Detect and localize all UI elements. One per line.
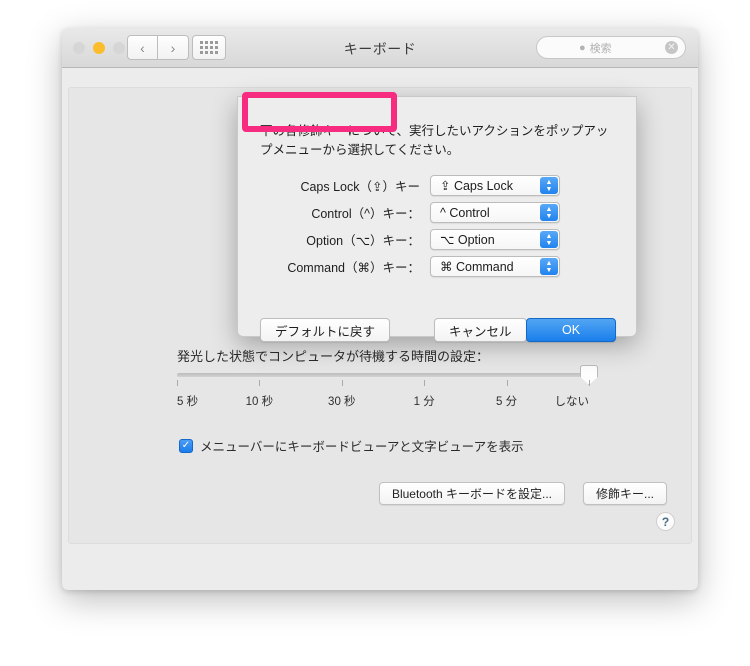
modifier-key-row: Option（⌥）キー： ⌥ Option ▲ ▼	[238, 229, 636, 250]
show-viewers-label: メニューバーにキーボードビューアと文字ビューアを表示	[200, 440, 524, 454]
modifier-action-popup-button[interactable]: ⇪ Caps Lock ▲ ▼	[430, 175, 560, 196]
modifier-key-row: Command（⌘）キー： ⌘ Command ▲ ▼	[238, 256, 636, 277]
backlight-timeout-slider[interactable]: 5 秒 10 秒 30 秒 1 分 5 分 しない	[177, 365, 598, 409]
popup-selected-value: ⇪ Caps Lock	[440, 179, 514, 193]
show-viewers-checkbox-row[interactable]: ✓ メニューバーにキーボードビューアと文字ビューアを表示	[179, 436, 524, 455]
clear-search-icon[interactable]: ✕	[665, 41, 678, 54]
slider-ticks	[177, 380, 590, 389]
slider-tick-label: 10 秒	[245, 396, 274, 408]
slider-tick	[424, 380, 426, 386]
modifier-key-label: Control（^）キー：	[311, 207, 420, 221]
slider-tick	[177, 380, 178, 386]
popup-selected-value: ^ Control	[440, 205, 490, 220]
modifier-keys-sheet: 下の各修飾キーについて、実行したいアクションをポップアップメニューから選択してく…	[237, 96, 637, 342]
slider-tick	[341, 380, 343, 386]
slider-tick	[259, 380, 261, 386]
search-field[interactable]: ● 検索 ✕	[536, 36, 686, 59]
search-placeholder: 検索	[589, 42, 612, 55]
panel-action-button[interactable]: Bluetooth キーボードを設定...	[378, 482, 565, 505]
slider-tick-label: 5 秒	[177, 396, 199, 408]
search-icon: ●	[579, 41, 586, 54]
modifier-key-label: Option（⌥）キー：	[306, 234, 420, 248]
panel-action-buttons: Bluetooth キーボードを設定... 修飾キー...	[378, 482, 667, 505]
modifier-action-popup-button[interactable]: ⌘ Command ▲ ▼	[430, 256, 560, 277]
show-viewers-checkbox[interactable]: ✓	[179, 438, 193, 453]
window-titlebar: ‹ › キーボード ● 検索 ✕	[62, 28, 698, 68]
ok-button[interactable]: OK	[526, 318, 616, 342]
slider-tick	[506, 380, 508, 386]
cancel-button[interactable]: キャンセル	[434, 318, 527, 342]
chevron-up-down-icon[interactable]: ▲ ▼	[540, 177, 558, 194]
slider-tick-label: しない	[554, 396, 590, 408]
restore-defaults-button[interactable]: デフォルトに戻す	[260, 318, 391, 342]
keyboard-preferences-window: ‹ › キーボード ● 検索 ✕ 発光した状態でコンピュータが待機する時間の設定…	[62, 28, 698, 590]
modifier-key-label: Command（⌘）キー：	[287, 261, 420, 275]
slider-tick-label: 30 秒	[328, 396, 356, 408]
panel-action-button[interactable]: 修飾キー...	[582, 482, 667, 505]
slider-tick-label: 5 分	[496, 396, 518, 408]
chevron-up-down-icon[interactable]: ▲ ▼	[540, 258, 558, 275]
modifier-key-row: Caps Lock（⇪）キー ⇪ Caps Lock ▲ ▼	[238, 175, 636, 196]
modifier-key-label: Caps Lock（⇪）キー	[300, 180, 420, 194]
chevron-up-down-icon[interactable]: ▲ ▼	[540, 231, 558, 248]
popup-selected-value: ⌘ Command	[440, 260, 514, 274]
help-button[interactable]: ?	[656, 512, 675, 531]
modifier-action-popup-button[interactable]: ^ Control ▲ ▼	[430, 202, 560, 223]
popup-selected-value: ⌥ Option	[440, 233, 495, 247]
backlight-timeout-label: 発光した状態でコンピュータが待機する時間の設定：	[177, 349, 490, 364]
chevron-up-down-icon[interactable]: ▲ ▼	[540, 204, 558, 221]
slider-tick-labels: 5 秒 10 秒 30 秒 1 分 5 分 しない	[177, 393, 589, 409]
modifier-key-row: Control（^）キー： ^ Control ▲ ▼	[238, 202, 636, 223]
slider-tick	[589, 380, 590, 386]
slider-tick-label: 1 分	[413, 396, 435, 408]
slider-track[interactable]	[177, 365, 598, 385]
sheet-instruction-text: 下の各修飾キーについて、実行したいアクションをポップアップメニューから選択してく…	[260, 124, 609, 158]
modifier-action-popup-button[interactable]: ⌥ Option ▲ ▼	[430, 229, 560, 250]
